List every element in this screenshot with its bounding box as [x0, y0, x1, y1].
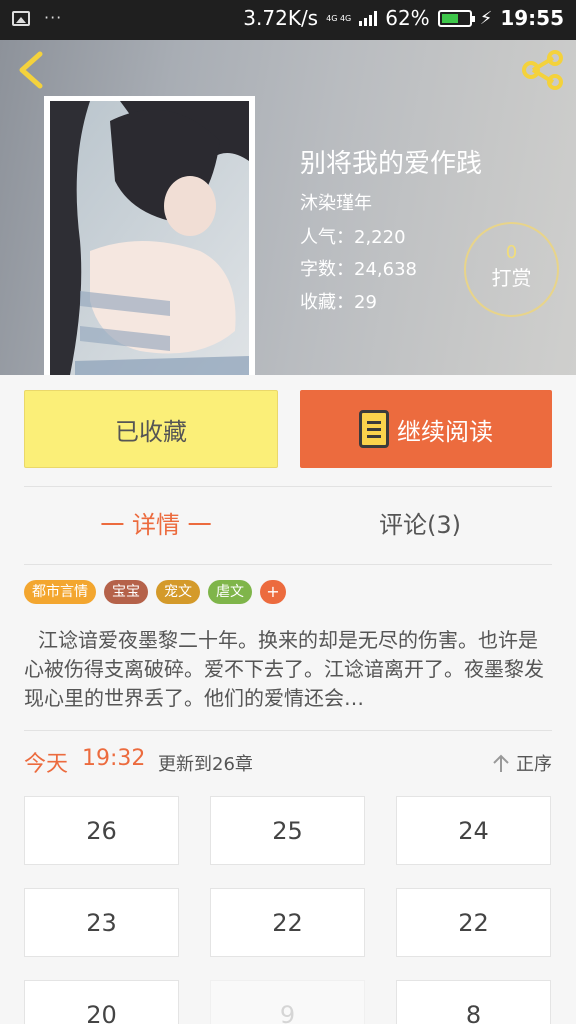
chapter-button[interactable]: 24	[396, 796, 551, 865]
clock: 19:55	[500, 6, 564, 30]
chapter-grid: 26 25 24 23 22 22 20 9 8	[24, 796, 552, 1024]
tag-item[interactable]: 虐文	[208, 580, 252, 604]
tip-count: 0	[505, 242, 518, 263]
chapter-button[interactable]: 22	[210, 888, 365, 957]
add-tag-button[interactable]: +	[260, 580, 286, 604]
signal-icon	[359, 10, 378, 26]
continue-reading-button[interactable]: 继续阅读	[300, 390, 552, 468]
book-title: 别将我的爱作践	[300, 149, 483, 179]
tip-label: 打赏	[491, 266, 532, 290]
back-button[interactable]	[14, 48, 54, 92]
share-icon	[522, 50, 563, 90]
book-header: 别将我的爱作践 沐染瑾年 人气：2,220 字数：24,638 收藏：29 0 …	[0, 40, 576, 375]
book-description[interactable]: 江谂谙爱夜墨黎二十年。换来的却是无尽的伤害。也许是心被伤得支离破碎。爱不下去了。…	[24, 626, 554, 713]
chapter-button[interactable]: 20	[24, 980, 179, 1024]
word-count-stat: 字数：24,638	[300, 259, 417, 280]
divider	[24, 564, 552, 565]
sort-button[interactable]: 正序	[492, 750, 552, 776]
favorited-label: 已收藏	[115, 417, 187, 446]
share-button[interactable]	[520, 50, 566, 90]
sort-label: 正序	[516, 754, 552, 775]
more-notifications-icon: ···	[44, 8, 63, 27]
book-cover[interactable]	[44, 96, 255, 375]
chapter-button[interactable]: 26	[24, 796, 179, 865]
chapter-button[interactable]: 25	[210, 796, 365, 865]
battery-percent: 62%	[385, 6, 430, 30]
divider	[24, 486, 552, 487]
tab-detail[interactable]: 一 详情 一	[24, 505, 288, 540]
update-day: 今天	[24, 752, 69, 777]
popularity-stat: 人气：2,220	[300, 227, 406, 248]
chapter-button[interactable]: 22	[396, 888, 551, 957]
arrow-up-icon	[493, 754, 509, 772]
tag-item[interactable]: 宠文	[156, 580, 200, 604]
book-icon	[359, 410, 389, 448]
network-type: 4G 4G	[326, 13, 352, 23]
tab-comments[interactable]: 评论(3)	[288, 505, 552, 540]
continue-reading-label: 继续阅读	[397, 417, 493, 446]
chapter-button[interactable]: 9	[210, 980, 365, 1024]
favorited-button[interactable]: 已收藏	[24, 390, 278, 468]
book-author[interactable]: 沐染瑾年	[300, 189, 372, 215]
update-text: 更新到26章	[158, 754, 253, 775]
chevron-left-icon	[19, 51, 43, 89]
charging-icon: ⚡	[479, 7, 493, 29]
tip-button[interactable]: 0 打赏	[464, 222, 559, 317]
divider	[24, 730, 552, 731]
battery-icon	[437, 9, 475, 27]
tag-list: 都市言情 宝宝 宠文 虐文 +	[24, 580, 286, 604]
image-notification-icon	[12, 10, 30, 26]
cover-image	[50, 101, 249, 375]
tag-item[interactable]: 都市言情	[24, 580, 96, 604]
favorites-stat: 收藏：29	[300, 292, 377, 313]
tag-item[interactable]: 宝宝	[104, 580, 148, 604]
status-bar: ··· 3.72K/s 4G 4G 62% ⚡ 19:55	[0, 0, 576, 40]
chapter-button[interactable]: 8	[396, 980, 551, 1024]
network-speed: 3.72K/s	[243, 6, 319, 30]
chapter-button[interactable]: 23	[24, 888, 179, 957]
update-time: 19:32	[82, 746, 146, 771]
